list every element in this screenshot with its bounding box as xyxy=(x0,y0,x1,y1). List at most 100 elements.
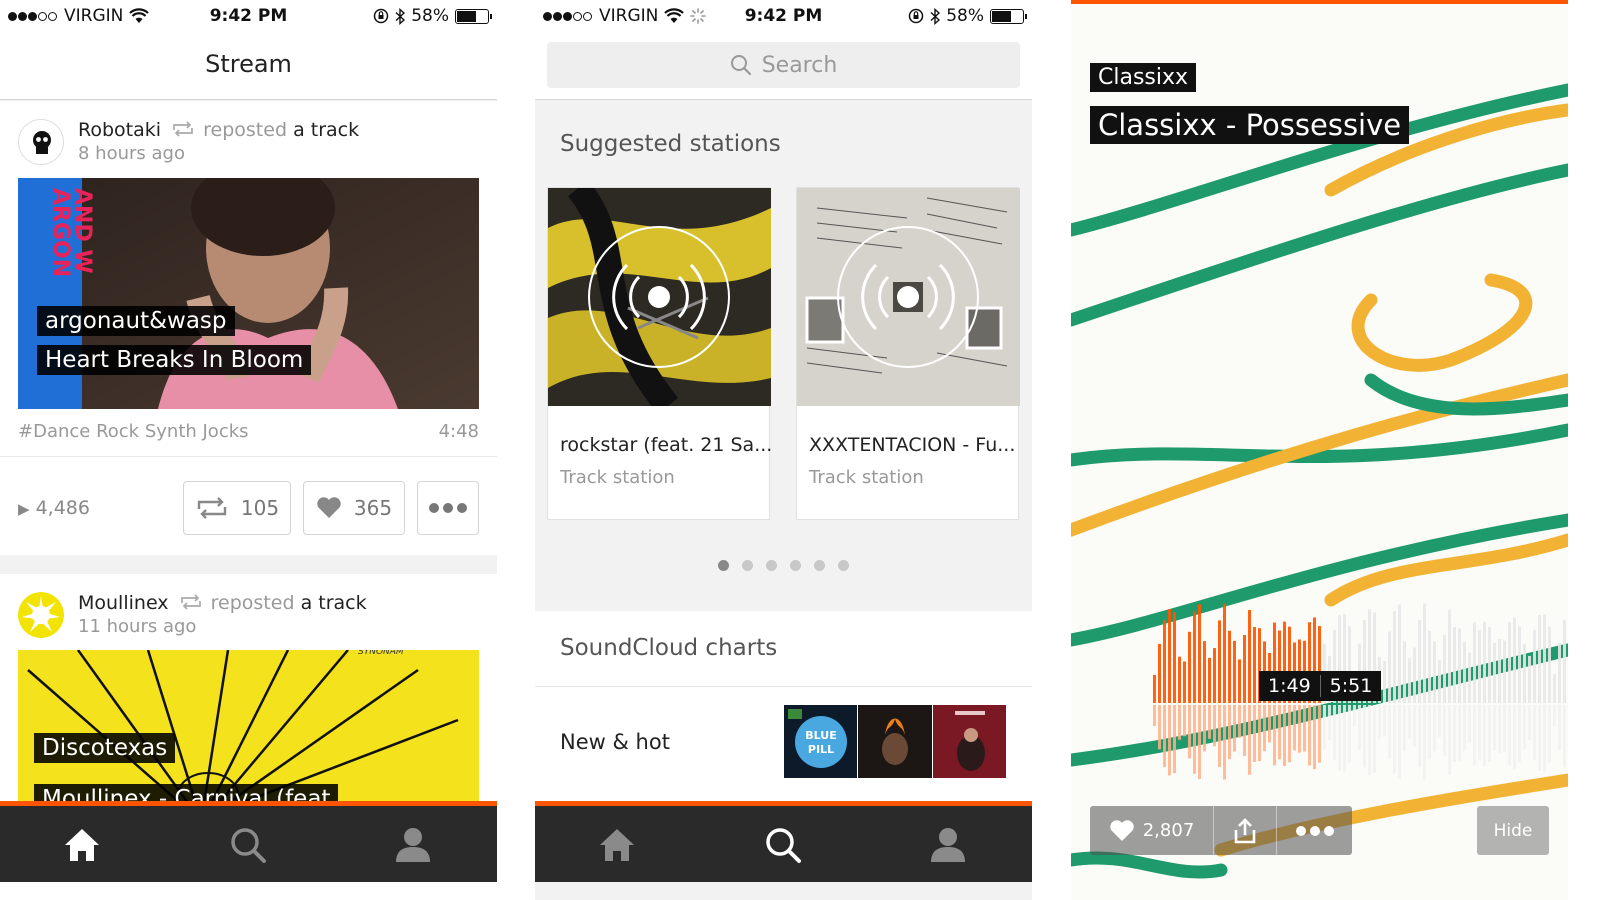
like-button[interactable]: 365 xyxy=(303,481,405,535)
station-type: Track station xyxy=(809,467,924,488)
waveform-bar-reflection xyxy=(1273,705,1276,766)
total-time: 5:51 xyxy=(1329,675,1373,697)
tab-search[interactable] xyxy=(223,820,273,870)
track-artwork[interactable]: ARGON AND W argonaut&wasp Heart Breaks I… xyxy=(18,178,479,409)
waveform-bar xyxy=(1208,657,1211,703)
waveform-bar xyxy=(1538,615,1541,703)
post-action: reposted xyxy=(203,119,288,141)
play-count-value: 4,486 xyxy=(35,497,90,519)
track-artwork[interactable]: SYNONAM Discotexas Moullinex - Carnival … xyxy=(18,650,479,810)
waveform-bar-reflection xyxy=(1203,705,1206,752)
pager-dot[interactable] xyxy=(718,560,729,571)
post-actions: ▶ 4,486 105 365 xyxy=(0,456,497,556)
waveform-bar-reflection xyxy=(1553,705,1556,727)
waveform-bar xyxy=(1553,674,1556,703)
waveform-bar-reflection xyxy=(1453,705,1456,762)
stream-post: Robotaki reposted a track 8 hours ago AR… xyxy=(0,101,497,555)
waveform-bar-reflection xyxy=(1178,705,1181,740)
hide-button[interactable]: Hide xyxy=(1477,806,1549,855)
waveform-bar-reflection xyxy=(1493,705,1496,751)
heart-icon xyxy=(1110,819,1134,841)
tab-profile[interactable] xyxy=(388,820,438,870)
playback-time: 1:49 5:51 xyxy=(1259,671,1382,701)
station-card[interactable]: XXXTENTACION - Fu... Track station xyxy=(796,187,1020,520)
waveform-bar xyxy=(1388,631,1391,703)
waveform-bar xyxy=(1418,620,1421,703)
waveform-bar-reflection xyxy=(1163,705,1166,768)
pager-dot[interactable] xyxy=(766,560,777,571)
avatar[interactable] xyxy=(18,119,64,165)
share-button[interactable] xyxy=(1214,806,1277,855)
tab-profile[interactable] xyxy=(923,820,973,870)
pager-dot[interactable] xyxy=(790,560,801,571)
track-tag[interactable]: #Dance Rock Synth Jocks xyxy=(18,421,249,442)
waveform-bar-reflection xyxy=(1158,705,1161,750)
waveform-bar xyxy=(1153,675,1156,703)
avatar[interactable] xyxy=(18,592,64,638)
waveform-bar-reflection xyxy=(1398,705,1401,779)
waveform-bar-reflection xyxy=(1448,705,1451,775)
tab-home[interactable] xyxy=(57,820,107,870)
waveform-bar xyxy=(1543,614,1546,703)
tab-search[interactable] xyxy=(758,820,808,870)
share-icon xyxy=(1234,817,1256,843)
status-right: 58% xyxy=(373,6,492,26)
waveform-bar xyxy=(1548,626,1551,703)
waveform-bar xyxy=(1533,629,1536,703)
waveform-bar-reflection xyxy=(1323,705,1326,750)
post-username[interactable]: Robotaki xyxy=(78,119,161,141)
waveform-bar xyxy=(1508,622,1511,703)
waveform-bar xyxy=(1448,609,1451,703)
like-button[interactable]: 2,807 xyxy=(1090,806,1214,855)
waveform-bar-reflection xyxy=(1348,705,1351,763)
waveform-bar xyxy=(1443,634,1446,703)
waveform-bar xyxy=(1563,619,1566,703)
repost-button[interactable]: 105 xyxy=(183,481,291,535)
waveform-bar-reflection xyxy=(1408,705,1411,739)
artwork-artist: Discotexas xyxy=(34,733,176,763)
waveform-bar-reflection xyxy=(1278,705,1281,760)
waveform-bar-reflection xyxy=(1523,705,1526,750)
waveform-bar xyxy=(1528,655,1531,703)
waveform-bar xyxy=(1178,656,1181,703)
charts-row-label[interactable]: New & hot xyxy=(560,730,670,754)
post-username[interactable]: Moullinex xyxy=(78,592,169,614)
player-artist[interactable]: Classixx xyxy=(1090,63,1197,92)
waveform-bar xyxy=(1243,635,1246,703)
waveform-bar xyxy=(1183,661,1186,703)
charts-title[interactable]: SoundCloud charts xyxy=(560,635,777,661)
waveform-bar xyxy=(1203,641,1206,703)
player-track-title[interactable]: Classixx - Possessive xyxy=(1090,106,1410,144)
player-action-bar: 2,807 xyxy=(1090,806,1352,855)
waveform-bar xyxy=(1513,617,1516,703)
pager-dot[interactable] xyxy=(814,560,825,571)
pager-dot[interactable] xyxy=(742,560,753,571)
waveform-bar-reflection xyxy=(1153,705,1156,726)
pager-dot[interactable] xyxy=(838,560,849,571)
waveform-bar-reflection xyxy=(1223,705,1226,780)
more-button[interactable] xyxy=(1277,806,1352,855)
more-button[interactable] xyxy=(417,481,479,535)
chart-thumbnails[interactable]: BLUE PILL xyxy=(784,705,1007,778)
station-artwork xyxy=(797,188,1020,406)
waveform-bar-reflection xyxy=(1413,705,1416,747)
waveform-bar xyxy=(1398,604,1401,703)
svg-text:PILL: PILL xyxy=(808,743,834,756)
station-card[interactable]: rockstar (feat. 21 Sa... Track station xyxy=(547,187,772,520)
like-count: 365 xyxy=(353,496,393,520)
svg-text:ARGON: ARGON xyxy=(48,188,73,277)
heart-icon xyxy=(317,497,341,518)
waveform-bar xyxy=(1383,661,1386,703)
waveform-bar-reflection xyxy=(1488,705,1491,763)
waveform-bar xyxy=(1218,620,1221,703)
tab-home[interactable] xyxy=(592,820,642,870)
waveform-bar-reflection xyxy=(1548,705,1551,763)
search-input[interactable]: Search xyxy=(547,42,1020,88)
orientation-lock-icon xyxy=(908,8,924,24)
waveform-bar xyxy=(1503,640,1506,703)
waveform-bar xyxy=(1423,603,1426,703)
waveform-bar xyxy=(1428,630,1431,703)
station-pager xyxy=(535,560,1032,571)
repost-icon xyxy=(180,594,201,610)
waveform-bar xyxy=(1223,603,1226,703)
